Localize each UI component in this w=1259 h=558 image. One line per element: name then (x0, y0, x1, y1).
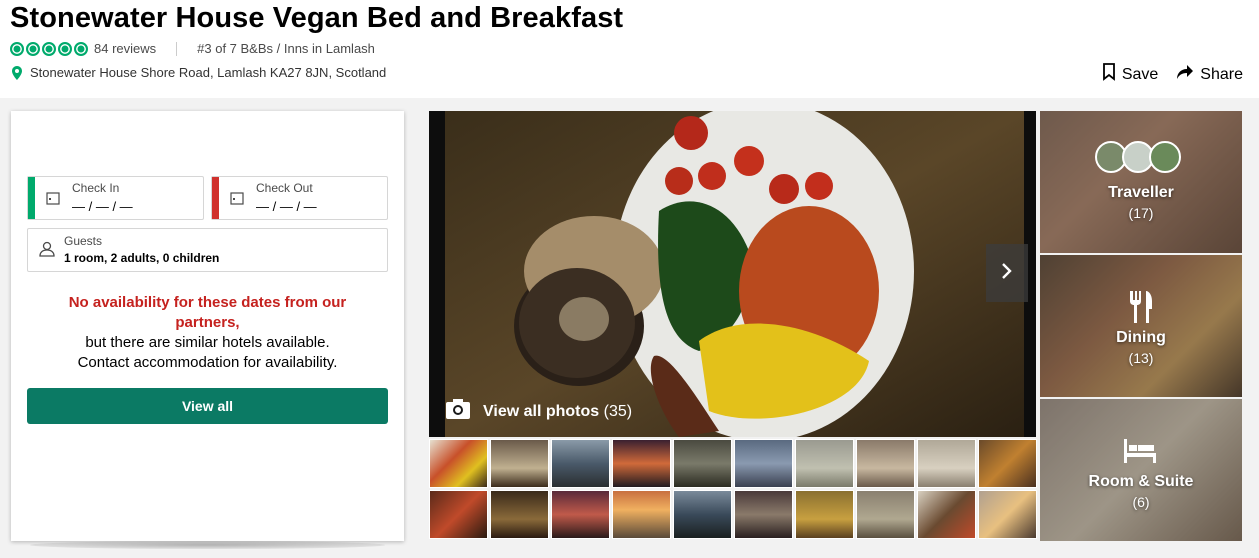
photo-thumbnail[interactable] (673, 439, 732, 488)
view-all-button[interactable]: View all (27, 388, 388, 424)
photo-thumbnail[interactable] (856, 490, 915, 539)
category-tile-traveller[interactable]: Traveller (17) (1040, 111, 1242, 253)
check-in-label: Check In (72, 181, 120, 195)
no-availability-text: No availability for these dates from our… (68, 294, 347, 331)
traveller-avatar-icon (1149, 141, 1181, 173)
similar-hotels-text: but there are similar hotels available. … (77, 334, 338, 371)
card-shadow (30, 541, 385, 549)
chevron-right-icon (1001, 262, 1013, 285)
category-label: Dining (1116, 329, 1166, 346)
photo-thumbnail[interactable] (612, 490, 671, 539)
check-in-field[interactable]: Check In — / — / — (27, 176, 204, 220)
check-out-accent (212, 177, 219, 219)
calendar-icon (46, 191, 60, 210)
availability-message: No availability for these dates from our… (27, 293, 388, 373)
calendar-icon (230, 191, 244, 210)
photo-thumbnail[interactable] (856, 439, 915, 488)
ranking-link[interactable]: #3 of 7 B&Bs / Inns in Lamlash (197, 41, 375, 56)
location-pin-icon (12, 65, 22, 80)
photo-thumbnail[interactable] (429, 439, 488, 488)
category-tile-room-suite[interactable]: Room & Suite (6) (1040, 399, 1242, 541)
photo-thumbnail[interactable] (429, 490, 488, 539)
booking-card: Check In — / — / — Check Out — / — / — G… (11, 111, 404, 541)
fork-knife-icon (1128, 291, 1154, 328)
photo-thumbnail[interactable] (490, 490, 549, 539)
rating-row: 84 reviews #3 of 7 B&Bs / Inns in Lamlas… (10, 41, 375, 56)
rating-bubble-icon (26, 41, 40, 56)
photo-count: (35) (603, 402, 633, 420)
share-arrow-icon (1176, 64, 1194, 85)
rating-bubble-icon (74, 41, 88, 56)
category-count: (13) (1128, 350, 1154, 366)
reviews-link[interactable]: 84 reviews (94, 41, 156, 56)
photo-category-tiles: Traveller (17) Dining (13) Room & Suite … (1040, 111, 1243, 541)
divider (176, 41, 178, 56)
photo-thumbnail[interactable] (917, 490, 976, 539)
view-all-photos-label: View all photos (483, 402, 600, 420)
photo-thumbnail[interactable] (612, 439, 671, 488)
photo-thumbnail[interactable] (673, 490, 732, 539)
rating-bubble-icon (58, 41, 72, 56)
check-out-field[interactable]: Check Out — / — / — (211, 176, 388, 220)
share-button[interactable]: Share (1176, 63, 1243, 86)
photo-thumbnail[interactable] (795, 439, 854, 488)
traveller-avatars (1095, 141, 1181, 173)
save-label: Save (1121, 65, 1159, 83)
share-label: Share (1200, 65, 1243, 83)
main-photo[interactable]: View all photos (35) (429, 111, 1036, 437)
breakfast-plate-photo (429, 111, 1036, 437)
photo-thumbnail[interactable] (490, 439, 549, 488)
check-in-accent (28, 177, 35, 219)
photo-thumbnail[interactable] (917, 439, 976, 488)
photo-thumbnail[interactable] (978, 490, 1037, 539)
category-count: (17) (1128, 205, 1154, 221)
photo-thumbnail[interactable] (795, 490, 854, 539)
check-out-value: — / — / — (256, 199, 317, 214)
guests-value: 1 room, 2 adults, 0 children (64, 251, 220, 265)
person-icon (38, 241, 56, 262)
photo-thumbnail[interactable] (734, 490, 793, 539)
photo-thumbnail[interactable] (978, 439, 1037, 488)
guests-label: Guests (64, 234, 103, 248)
header-actions: Save Share (1102, 63, 1243, 86)
view-all-photos-link[interactable]: View all photos (35) (445, 398, 632, 425)
save-button[interactable]: Save (1102, 63, 1158, 86)
bed-icon (1124, 439, 1156, 468)
next-photo-button[interactable] (986, 244, 1028, 302)
photo-thumbnails (429, 439, 1038, 541)
guests-field[interactable]: Guests 1 room, 2 adults, 0 children (27, 228, 388, 272)
photo-thumbnail[interactable] (551, 439, 610, 488)
photo-thumbnail[interactable] (734, 439, 793, 488)
category-tile-dining[interactable]: Dining (13) (1040, 255, 1242, 397)
photo-thumbnail[interactable] (551, 490, 610, 539)
bookmark-icon (1102, 63, 1116, 86)
hotel-title: Stonewater House Vegan Bed and Breakfast (10, 2, 624, 34)
camera-icon (445, 398, 471, 425)
category-label: Traveller (1108, 184, 1174, 201)
rating-bubble-icon (42, 41, 56, 56)
address-link[interactable]: Stonewater House Shore Road, Lamlash KA2… (30, 65, 386, 80)
check-out-label: Check Out (256, 181, 313, 195)
rating-bubbles[interactable] (10, 41, 88, 56)
category-label: Room & Suite (1088, 473, 1194, 490)
check-in-value: — / — / — (72, 199, 133, 214)
category-count: (6) (1132, 494, 1150, 510)
rating-bubble-icon (10, 41, 24, 56)
address-row: Stonewater House Shore Road, Lamlash KA2… (12, 65, 386, 80)
hotel-header: Stonewater House Vegan Bed and Breakfast… (0, 0, 1259, 98)
